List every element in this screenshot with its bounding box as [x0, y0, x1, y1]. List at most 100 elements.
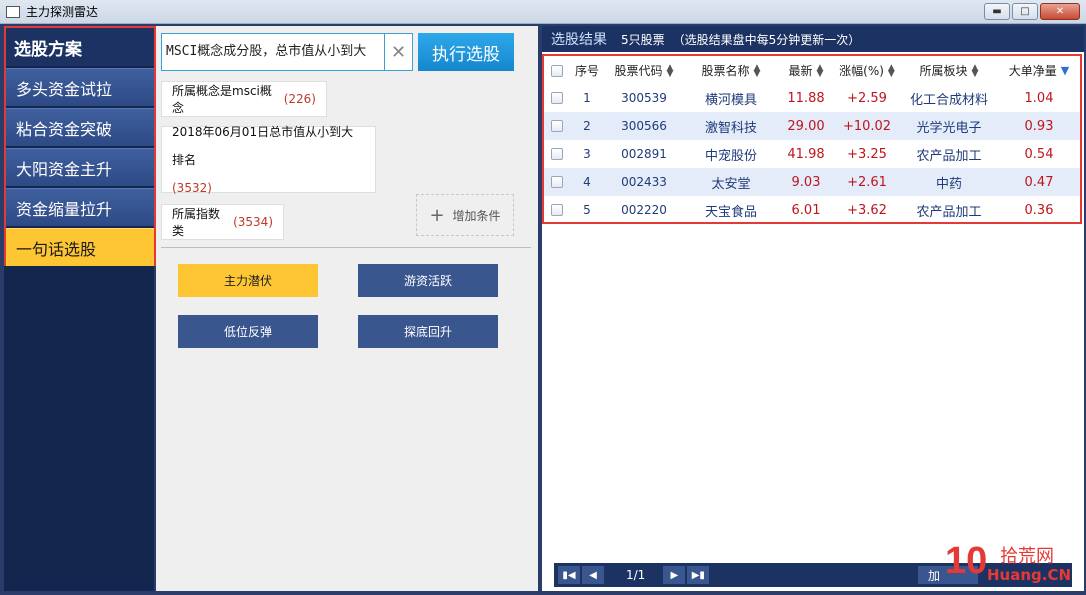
stock-code: 002433: [604, 168, 684, 196]
quick-button-bottom-rise[interactable]: 探底回升: [358, 315, 498, 348]
select-all-checkbox[interactable]: [551, 64, 563, 77]
row-checkbox[interactable]: [551, 176, 563, 188]
table-row[interactable]: 2 300566 激智科技 29.00 +10.02 光学光电子 0.93: [544, 112, 1080, 140]
stock-price: 6.01: [791, 202, 821, 218]
maximize-button[interactable]: □: [1012, 3, 1038, 20]
column-header-sector[interactable]: 所属板块 ▲ ▼: [900, 56, 998, 84]
stock-name[interactable]: 天宝食品: [684, 196, 778, 224]
table-row[interactable]: 1 300539 横河模具 11.88 +2.59 化工合成材料 1.04: [544, 84, 1080, 112]
scheme-item-shrink-volume-rise[interactable]: 资金缩量拉升: [6, 188, 154, 226]
minimize-button[interactable]: ▬: [984, 3, 1010, 20]
stock-change: +3.62: [847, 202, 887, 218]
table-row[interactable]: 4 002433 太安堂 9.03 +2.61 中药 0.47: [544, 168, 1080, 196]
page-indicator: 1/1: [626, 568, 646, 582]
clear-icon[interactable]: ✕: [385, 33, 413, 71]
app-icon: [6, 5, 20, 18]
table-row[interactable]: 5 002220 天宝食品 6.01 +3.62 农产品加工 0.36: [544, 196, 1080, 224]
stock-sector: 光学光电子: [900, 112, 998, 140]
condition-count: (3532): [172, 180, 212, 195]
results-header: 选股结果 5只股票 （选股结果盘中每5分钟更新一次）: [542, 26, 1084, 52]
row-checkbox[interactable]: [551, 148, 563, 160]
condition-chip[interactable]: 所属指数类 (3534): [161, 204, 284, 240]
results-table: 序号 股票代码 ▲ ▼ 股票名称 ▲ ▼ 最新 ▲ ▼ 涨幅(%) ▲ ▼ 所属板块 ▲ ▼ 大单净…: [544, 56, 1080, 224]
scheme-menu-header: 选股方案: [6, 28, 154, 66]
quick-button-hot-money[interactable]: 游资活跃: [358, 264, 498, 297]
window-title: 主力探测雷达: [26, 5, 99, 19]
condition-text: 2018年06月01日总市值从小到大排名: [172, 124, 354, 167]
stock-code: 002220: [621, 203, 667, 217]
sort-icon: ▲ ▼: [816, 63, 824, 79]
column-header-name[interactable]: 股票名称 ▲ ▼: [684, 56, 778, 84]
row-index: 5: [583, 203, 591, 217]
sort-icon: ▲ ▼: [666, 63, 674, 79]
stock-change: +2.59: [847, 90, 887, 106]
row-index: 2: [570, 112, 604, 140]
column-header-change[interactable]: 涨幅(%) ▲ ▼: [834, 56, 900, 84]
column-header-net[interactable]: 大单净量 ▼: [998, 56, 1080, 84]
query-input[interactable]: MSCI概念成分股，总市值从小到大: [161, 33, 385, 71]
close-button[interactable]: ✕: [1040, 3, 1080, 20]
stock-sector: 化工合成材料: [909, 92, 988, 108]
sort-icon: ▲ ▼: [887, 63, 895, 79]
plus-icon: +: [429, 204, 445, 226]
window-titlebar: 主力探测雷达 ▬ □ ✕: [0, 0, 1086, 24]
stock-sector: 农产品加工: [916, 204, 982, 220]
table-row[interactable]: 3 002891 中宠股份 41.98 +3.25 农产品加工 0.54: [544, 140, 1080, 168]
stock-sector: 中药: [900, 168, 998, 196]
results-title: 选股结果: [551, 32, 607, 48]
table-header-row: 序号 股票代码 ▲ ▼ 股票名称 ▲ ▼ 最新 ▲ ▼ 涨幅(%) ▲ ▼ 所属板块 ▲ ▼ 大单净…: [544, 56, 1080, 84]
column-header-price[interactable]: 最新 ▲ ▼: [778, 56, 834, 84]
scheme-sidebar: 选股方案 多头资金试拉 粘合资金突破 大阳资金主升 资金缩量拉升 一句话选股: [4, 26, 156, 591]
stock-sector: 农产品加工: [916, 148, 982, 164]
stock-price: 9.03: [778, 168, 834, 196]
add-condition-label: 增加条件: [452, 208, 501, 223]
stock-net-volume: 1.04: [1024, 90, 1054, 106]
app-frame: 选股方案 多头资金试拉 粘合资金突破 大阳资金主升 资金缩量拉升 一句话选股 M…: [0, 24, 1086, 595]
stock-change: +3.25: [847, 146, 887, 162]
results-table-highlight: 序号 股票代码 ▲ ▼ 股票名称 ▲ ▼ 最新 ▲ ▼ 涨幅(%) ▲ ▼ 所属板块 ▲ ▼ 大单净…: [542, 54, 1082, 224]
row-index: 3: [583, 147, 591, 161]
row-checkbox[interactable]: [551, 204, 563, 216]
stock-name[interactable]: 中宠股份: [684, 140, 778, 168]
condition-text: 所属概念是msci概念: [172, 84, 272, 115]
condition-chip[interactable]: 2018年06月01日总市值从小到大排名 (3532): [161, 125, 376, 195]
add-condition-button[interactable]: + 增加条件: [416, 194, 514, 236]
stock-code: 300539: [621, 91, 667, 105]
query-panel: MSCI概念成分股，总市值从小到大 ✕ 执行选股 所属概念是msci概念 (22…: [156, 26, 538, 591]
condition-chip[interactable]: 所属概念是msci概念 (226): [161, 81, 327, 117]
column-header-index[interactable]: 序号: [570, 56, 604, 84]
sort-icon: ▲ ▼: [753, 63, 761, 79]
results-note: （选股结果盘中每5分钟更新一次）: [672, 32, 861, 47]
prev-page-icon[interactable]: ◀: [582, 566, 604, 584]
stock-code: 300566: [604, 112, 684, 140]
scheme-item-long-fund-test[interactable]: 多头资金试拉: [6, 68, 154, 106]
first-page-icon[interactable]: ▮◀: [558, 566, 580, 584]
sort-icon: ▲ ▼: [971, 63, 979, 79]
stock-code: 002891: [621, 147, 667, 161]
stock-price: 41.98: [787, 146, 825, 162]
condition-count: (226): [283, 92, 316, 106]
watermark-site-name: 拾荒网: [1000, 546, 1054, 567]
quick-button-low-rebound[interactable]: 低位反弹: [178, 315, 318, 348]
sort-desc-icon: ▼: [1060, 64, 1070, 77]
stock-change: +10.02: [834, 112, 900, 140]
quick-button-main-lurk[interactable]: 主力潜伏: [178, 264, 318, 297]
stock-net-volume: 0.47: [998, 168, 1080, 196]
row-checkbox[interactable]: [551, 120, 563, 132]
run-selection-button[interactable]: 执行选股: [418, 33, 514, 71]
stock-name[interactable]: 太安堂: [684, 168, 778, 196]
scheme-item-one-sentence[interactable]: 一句话选股: [6, 228, 154, 266]
column-header-code[interactable]: 股票代码 ▲ ▼: [604, 56, 684, 84]
stock-name[interactable]: 激智科技: [684, 112, 778, 140]
stock-net-volume: 0.54: [1024, 146, 1054, 162]
site-watermark: 10 拾荒网 Huang.CN: [945, 540, 1080, 590]
scheme-item-big-yang-rise[interactable]: 大阳资金主升: [6, 148, 154, 186]
next-page-icon[interactable]: ▶: [663, 566, 686, 584]
stock-name[interactable]: 横河模具: [684, 84, 778, 112]
results-count: 5只股票: [621, 32, 665, 47]
row-checkbox[interactable]: [551, 92, 563, 104]
select-all-cell[interactable]: [544, 56, 570, 84]
last-page-icon[interactable]: ▶▮: [687, 566, 710, 584]
stock-change: +2.61: [834, 168, 900, 196]
scheme-item-converge-breakout[interactable]: 粘合资金突破: [6, 108, 154, 146]
